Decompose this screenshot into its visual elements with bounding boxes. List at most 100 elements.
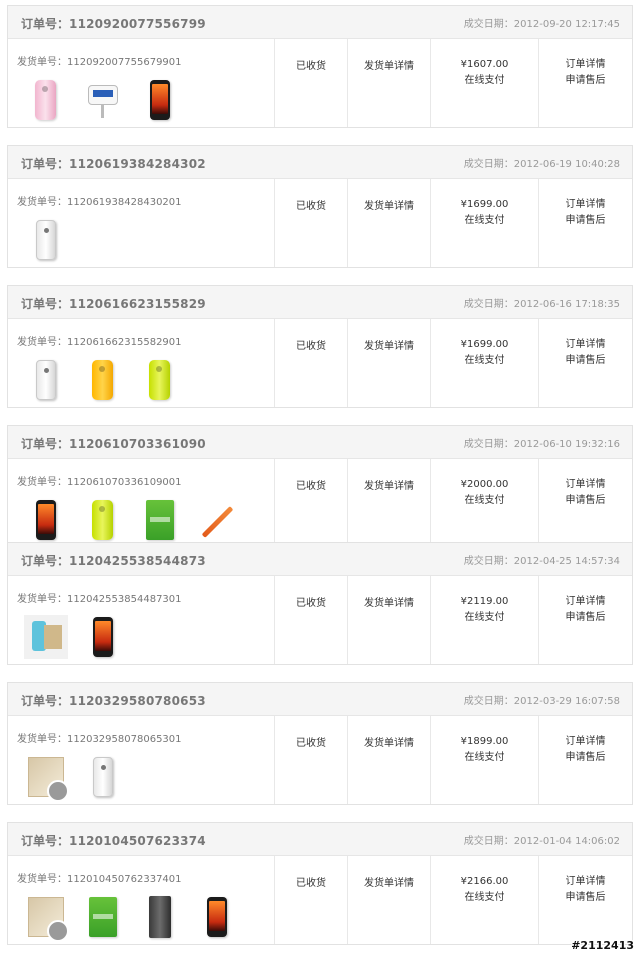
watermark: #2112413: [571, 939, 634, 952]
order-number: 订单号：1120329580780653: [21, 690, 206, 709]
order-actions: 订单详情 申请售后: [539, 39, 632, 127]
order-status: 已收货: [275, 716, 348, 804]
shipment-number-value: 112032958078065301: [67, 734, 182, 745]
order-detail-link[interactable]: 订单详情: [539, 197, 632, 213]
order-date-label: 成交日期：: [463, 555, 514, 567]
payment-info: ¥2119.00 在线支付: [431, 576, 539, 664]
white-phone-icon[interactable]: [74, 752, 131, 802]
product-thumbnails: [17, 75, 274, 125]
order-header: 订单号：1120616623155829 成交日期：2012-06-16 17:…: [8, 286, 632, 319]
after-sale-link[interactable]: 申请售后: [539, 353, 632, 369]
shipment-detail-link[interactable]: 发货单详情: [348, 179, 431, 267]
shipment-items: 发货单号：112092007755679901: [8, 39, 275, 127]
order-date-value: 2012-03-29 16:07:58: [513, 695, 620, 707]
black-phone-icon[interactable]: [188, 892, 245, 942]
after-sale-link[interactable]: 申请售后: [539, 213, 632, 229]
order-number-value: 1120329580780653: [69, 693, 206, 708]
shipment-number-label: 发货单号：: [17, 197, 67, 208]
order-detail-link[interactable]: 订单详情: [539, 337, 632, 353]
order-status: 已收货: [275, 576, 348, 664]
after-sale-link[interactable]: 申请售后: [539, 73, 632, 89]
payment-method: 在线支付: [464, 495, 505, 506]
order-status: 已收货: [275, 39, 348, 127]
order-date: 成交日期：2012-01-04 14:06:02: [464, 832, 620, 847]
order-body: 发货单号：112092007755679901 已收货 发货单详情 ¥1607.…: [8, 39, 632, 127]
shipment-items: 发货单号：112010450762337401: [8, 856, 275, 944]
shipment-number-label: 发货单号：: [17, 337, 67, 348]
charger-icon[interactable]: [74, 75, 131, 125]
battery-icon[interactable]: [131, 495, 188, 545]
shipment-number: 发货单号：112010450762337401: [17, 870, 274, 885]
white-phone-icon[interactable]: [17, 355, 74, 405]
order-body: 发货单号：112061938428430201 已收货 发货单详情 ¥1699.…: [8, 179, 632, 267]
shipment-number-label: 发货单号：: [17, 874, 67, 885]
order-detail-link[interactable]: 订单详情: [539, 477, 632, 493]
after-sale-link[interactable]: 申请售后: [539, 890, 632, 906]
shipment-items: 发货单号：112061938428430201: [8, 179, 275, 267]
order-number-value: 1120619384284302: [69, 156, 206, 171]
order-actions: 订单详情 申请售后: [539, 179, 632, 267]
order-number-value: 1120610703361090: [69, 436, 206, 451]
order-price: ¥2000.00: [460, 479, 509, 490]
order-detail-link[interactable]: 订单详情: [539, 57, 632, 73]
payment-info: ¥1607.00 在线支付: [431, 39, 539, 127]
shipment-number-value: 112061938428430201: [67, 197, 182, 208]
order-number-label: 订单号：: [21, 296, 70, 311]
black-phone-icon[interactable]: [17, 495, 74, 545]
battery-icon[interactable]: [74, 892, 131, 942]
shipment-number: 发货单号：112042553854487301: [17, 590, 274, 605]
order-body: 发货单号：112061662315582901 已收货 发货单详情 ¥1699.…: [8, 319, 632, 407]
payment-info: ¥1699.00 在线支付: [431, 179, 539, 267]
shipment-number-label: 发货单号：: [17, 477, 67, 488]
order-actions: 订单详情 申请售后: [539, 319, 632, 407]
accessory-combo-icon[interactable]: [17, 612, 74, 662]
black-phone-icon[interactable]: [74, 612, 131, 662]
black-phone-icon[interactable]: [131, 75, 188, 125]
after-sale-link[interactable]: 申请售后: [539, 493, 632, 509]
order-price: ¥1899.00: [460, 736, 509, 747]
shipment-detail-link[interactable]: 发货单详情: [348, 459, 431, 547]
order-date-label: 成交日期：: [463, 835, 514, 847]
shipment-items: 发货单号：112061070336109001: [8, 459, 275, 547]
shipment-detail-link[interactable]: 发货单详情: [348, 576, 431, 664]
after-sale-link[interactable]: 申请售后: [539, 750, 632, 766]
payment-method: 在线支付: [464, 355, 505, 366]
order-detail-link[interactable]: 订单详情: [539, 874, 632, 890]
shipment-number: 发货单号：112032958078065301: [17, 730, 274, 745]
stylus-icon[interactable]: [188, 495, 245, 545]
shipment-items: 发货单号：112032958078065301: [8, 716, 275, 804]
shipment-detail-link[interactable]: 发货单详情: [348, 319, 431, 407]
order-number-value: 1120425538544873: [69, 553, 206, 568]
order-price: ¥1699.00: [460, 199, 509, 210]
pink-case-icon[interactable]: [17, 75, 74, 125]
order-date-label: 成交日期：: [463, 695, 514, 707]
order-number-value: 1120920077556799: [69, 16, 206, 31]
order-number-label: 订单号：: [21, 693, 70, 708]
shipment-number-label: 发货单号：: [17, 594, 67, 605]
yellow-case-icon[interactable]: [74, 355, 131, 405]
shipment-number: 发货单号：112092007755679901: [17, 53, 274, 68]
order-detail-link[interactable]: 订单详情: [539, 734, 632, 750]
shipment-detail-link[interactable]: 发货单详情: [348, 716, 431, 804]
shipment-detail-link[interactable]: 发货单详情: [348, 856, 431, 944]
shipment-number: 发货单号：112061070336109001: [17, 473, 274, 488]
shipment-detail-link[interactable]: 发货单详情: [348, 39, 431, 127]
gift-box-icon[interactable]: [17, 892, 74, 942]
after-sale-link[interactable]: 申请售后: [539, 610, 632, 626]
shipment-number-value: 112042553854487301: [67, 594, 182, 605]
order-detail-link[interactable]: 订单详情: [539, 594, 632, 610]
order-card: 订单号：1120616623155829 成交日期：2012-06-16 17:…: [7, 285, 633, 408]
gift-box-icon[interactable]: [17, 752, 74, 802]
order-date-value: 2012-09-20 12:17:45: [513, 18, 620, 30]
payment-info: ¥2166.00 在线支付: [431, 856, 539, 944]
payment-info: ¥1899.00 在线支付: [431, 716, 539, 804]
dark-case-icon[interactable]: [131, 892, 188, 942]
order-header: 订单号：1120619384284302 成交日期：2012-06-19 10:…: [8, 146, 632, 179]
lime-case-icon[interactable]: [131, 355, 188, 405]
order-date-value: 2012-04-25 14:57:34: [513, 555, 620, 567]
order-card: 订单号：1120425538544873 成交日期：2012-04-25 14:…: [7, 542, 633, 665]
lime-case-icon[interactable]: [74, 495, 131, 545]
order-date-value: 2012-06-19 10:40:28: [513, 158, 620, 170]
payment-method: 在线支付: [464, 892, 505, 903]
white-phone-icon[interactable]: [17, 215, 74, 265]
